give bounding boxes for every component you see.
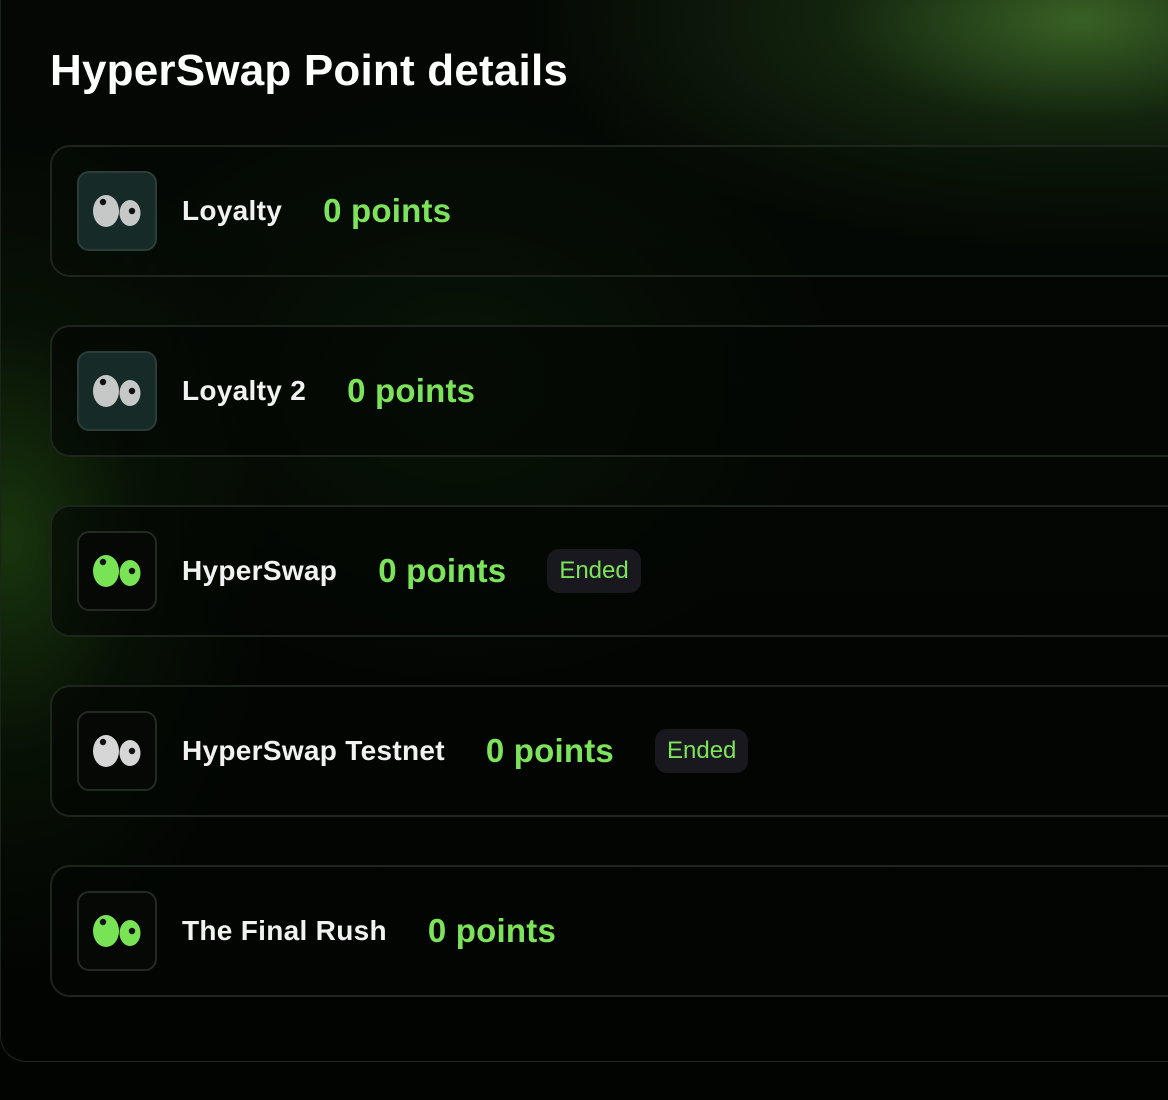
program-list: Loyalty 0 points Loyalty 2 0 points Hype…	[50, 145, 1168, 1045]
program-points: 0 points	[323, 192, 452, 229]
program-card-the-final-rush: The Final Rush 0 points	[50, 865, 1168, 997]
program-icon-box	[77, 171, 157, 251]
program-name: HyperSwap	[182, 555, 338, 586]
program-card-hyperswap: HyperSwap 0 points Ended	[50, 505, 1168, 637]
program-name: Loyalty	[182, 195, 283, 226]
program-icon-box	[77, 531, 157, 611]
program-name: HyperSwap Testnet	[182, 735, 445, 766]
program-icon-box	[77, 351, 157, 431]
program-icon-box	[77, 891, 157, 971]
program-card-loyalty: Loyalty 0 points	[50, 145, 1168, 277]
eyes-icon	[93, 555, 141, 587]
status-badge: Ended	[547, 549, 641, 593]
program-name: Loyalty 2	[182, 375, 307, 406]
program-icon-box	[77, 711, 157, 791]
program-points: 0 points	[347, 372, 476, 409]
status-badge: Ended	[654, 729, 749, 773]
program-name: The Final Rush	[182, 915, 387, 946]
program-points: 0 points	[485, 732, 614, 769]
program-card-loyalty-2: Loyalty 2 0 points	[50, 325, 1168, 457]
program-points: 0 points	[427, 912, 556, 949]
page-title: HyperSwap Point details	[50, 46, 569, 95]
program-card-hyperswap-testnet: HyperSwap Testnet 0 points Ended	[50, 685, 1168, 817]
eyes-icon	[93, 735, 141, 767]
eyes-icon	[93, 375, 141, 407]
program-points: 0 points	[378, 552, 507, 589]
eyes-icon	[93, 195, 141, 227]
eyes-icon	[93, 915, 141, 947]
